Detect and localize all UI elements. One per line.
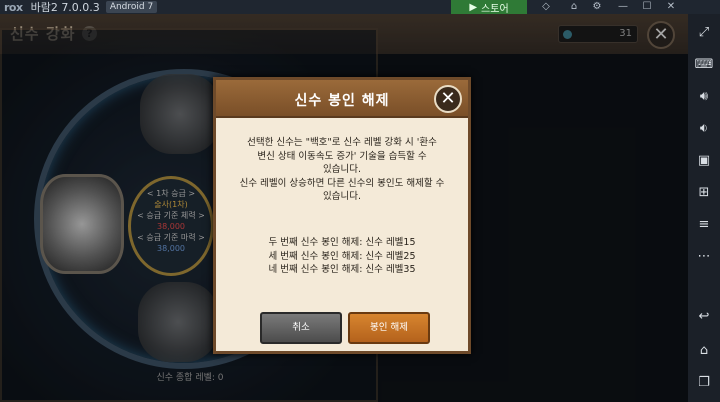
nav-home-icon[interactable]: ⌂ (688, 340, 720, 362)
gift-icon[interactable]: ◇ (535, 0, 557, 14)
store-label: 스토어 (481, 3, 509, 15)
dialog-message-2: 신수 레벨이 상승하면 다른 신수의 봉인도 해제할 수 있습니다. (239, 177, 445, 203)
volume-down-icon[interactable]: 🔉︎ (688, 118, 720, 140)
unseal-button[interactable]: 봉인 해제 (348, 312, 430, 344)
emulator-logo: rox (4, 0, 23, 14)
cancel-button[interactable]: 취소 (260, 312, 342, 344)
unseal-level-list: 두 번째 신수 봉인 해제: 신수 레벨15 세 번째 신수 봉인 해제: 신수… (224, 236, 460, 277)
dialog-message-1: 선택한 신수는 "백호"로 신수 레벨 강화 시 '환수 변신 상태 이동속도 … (247, 137, 437, 175)
store-button[interactable]: ▶ 스토어 (451, 0, 527, 15)
unseal-level-item: 두 번째 신수 봉인 해제: 신수 레벨15 (268, 237, 416, 248)
fullscreen-icon[interactable]: ⤢ (688, 22, 720, 44)
keyboard-icon[interactable]: ⌨ (688, 54, 720, 76)
unseal-level-item: 세 번째 신수 봉인 해제: 신수 레벨25 (268, 250, 416, 262)
recent-apps-icon[interactable]: ❐ (688, 372, 720, 394)
dialog-title: 신수 봉인 해제 (294, 93, 390, 109)
emulator-sidebar: ⤢ ⌨ 🔊︎ 🔉︎ ▣ ⊞ ≡ ⋯ ↩ ⌂ ❐ (688, 14, 720, 402)
back-icon[interactable]: ↩ (688, 306, 720, 328)
dialog-close-button[interactable]: ✕ (434, 85, 462, 113)
dialog-message: 선택한 신수는 "백호"로 신수 레벨 강화 시 '환수 변신 상태 이동속도 … (224, 136, 460, 204)
game-screen: 신수 강화 ? 31 ✕ < 1차 승급 > 술사(1차) < 승급 기준 체력… (0, 14, 688, 402)
minimize-icon[interactable]: — (612, 0, 634, 14)
layers-icon[interactable]: ≡ (688, 214, 720, 236)
store-icon: ▶ (469, 1, 478, 13)
app-version: 바람2 7.0.0.3 (30, 1, 100, 14)
screenshot-icon[interactable]: ▣ (688, 150, 720, 172)
volume-up-icon[interactable]: 🔊︎ (688, 86, 720, 108)
apk-icon[interactable]: ⊞ (688, 182, 720, 204)
home-icon[interactable]: ⌂ (563, 0, 585, 14)
android-badge: Android 7 (105, 1, 158, 13)
settings-icon[interactable]: ⚙ (586, 0, 608, 14)
window-close-icon[interactable]: ✕ (660, 0, 682, 14)
more-icon[interactable]: ⋯ (688, 246, 720, 268)
maximize-icon[interactable]: ☐ (636, 0, 658, 14)
unseal-level-item: 네 번째 신수 봉인 해제: 신수 레벨35 (268, 264, 416, 275)
dialog-header: 신수 봉인 해제 ✕ (216, 80, 468, 118)
unseal-dialog: 신수 봉인 해제 ✕ 선택한 신수는 "백호"로 신수 레벨 강화 시 '환수 … (213, 77, 471, 354)
